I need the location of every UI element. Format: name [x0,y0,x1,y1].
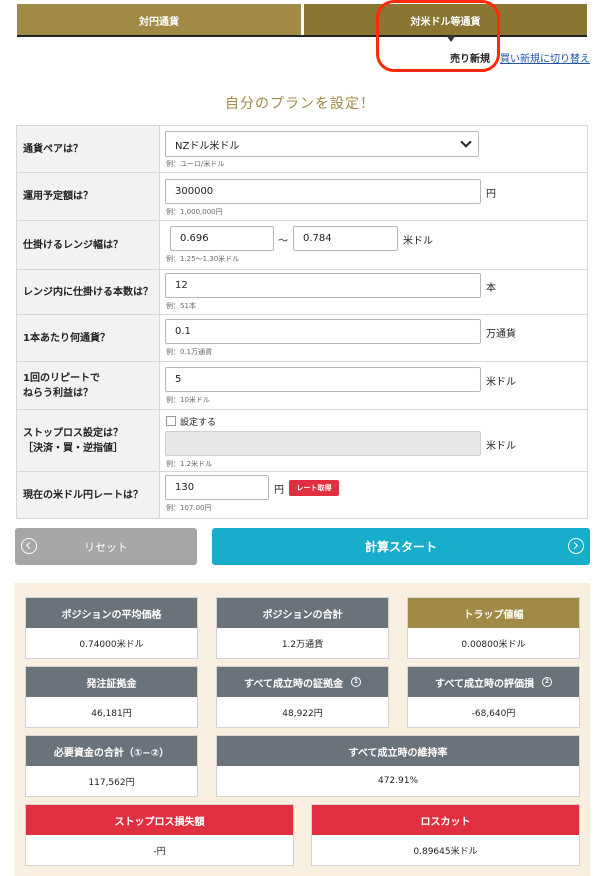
form-row-profit: 1回のリピートで ねらう利益は？ 5 米ドル 例：10米ドル [16,362,588,410]
stoploss-checkbox[interactable] [166,416,176,426]
profit-label-line2: ねらう利益は？ [23,387,93,399]
range-unit: 米ドル [403,236,433,247]
profit-label-line1: 1回のリピートで [23,372,100,384]
red-highlight-annotation [376,0,500,72]
losscut-value: 0.89645米ドル [413,846,478,857]
per-trap-hint: 例：0.1万通貨 [166,348,213,356]
result-margin: 発注証拠金 46,181円 [25,666,198,728]
maint-ratio-value: 472.91% [377,776,419,786]
switch-to-buy-link[interactable]: 買い新規に切り替え [500,50,590,65]
stoploss-amount-value: -円 [153,846,166,857]
range-separator: ～ [278,236,288,247]
budget-input[interactable]: 300000 [165,179,481,204]
number-two-icon: 2 [541,677,552,687]
budget-hint: 例：1,000,000円 [166,208,223,216]
stoploss-checkbox-label: 設定する [180,418,217,428]
budget-label: 運用予定額は？ [17,173,160,220]
profit-unit: 米ドル [486,377,516,388]
form-row-count: レンジ内に仕掛ける本数は？ 12 本 例：51本 [16,270,588,315]
chevron-right-circle-icon [568,538,584,554]
result-trap-width: トラップ値幅 0.00800米ドル [407,597,580,659]
result-loss-all: すべて成立時の評価損 2 -68,640円 [407,666,580,728]
budget-unit: 円 [486,189,496,200]
tab-yen-pairs[interactable]: 対円通貨 [17,4,301,36]
required-value: 117,562円 [88,777,135,788]
plan-title: 自分のプランを設定！ [225,96,375,112]
results-panel: ポジションの平均価格 0.74000米ドル ポジションの合計 1.2万通貨 トラ… [14,583,590,876]
stoploss-unit: 米ドル [486,441,516,452]
per-trap-unit: 万通貨 [486,329,516,340]
form-row-per-trap: 1本あたり何通貨？ 0.1 万通貨 例：0.1万通貨 [16,315,588,362]
pair-select-value: NZドル米ドル [175,140,240,152]
total-position-value: 1.2万通貨 [281,639,324,650]
trap-width-title: トラップ値幅 [408,598,579,628]
margin-all-title-text: すべて成立時の証拠金 [244,678,343,690]
profit-label: 1回のリピートで ねらう利益は？ [17,362,160,409]
range-label: 仕掛けるレンジ幅は？ [17,221,160,269]
avg-price-title: ポジションの平均価格 [26,598,197,628]
result-losscut: ロスカット 0.89645米ドル [311,804,580,866]
profit-hint: 例：10米ドル [166,396,210,404]
maint-ratio-title: すべて成立時の維持率 [217,736,579,766]
losscut-title: ロスカット [312,805,579,835]
profit-input[interactable]: 5 [165,367,481,392]
margin-value: 46,181円 [91,708,132,719]
form-row-stoploss: ストップロス設定は？ ［決済・買・逆指値］ 設定する 米ドル 例：1.2米ドル [16,410,588,472]
stoploss-label-line2: ［決済・買・逆指値］ [23,442,123,454]
stoploss-hint: 例：1.2米ドル [166,460,213,468]
rate-input[interactable]: 130 [165,475,269,500]
rate-unit: 円 [274,485,284,496]
range-high-input[interactable]: 0.784 [293,226,398,251]
loss-all-title: すべて成立時の評価損 2 [408,667,579,697]
tab-underline [17,35,587,37]
count-hint: 例：51本 [166,302,196,310]
pair-label: 通貨ペアは？ [17,126,160,172]
rate-hint: 例：107.00円 [166,504,212,512]
result-stoploss-amount: ストップロス損失額 -円 [25,804,294,866]
result-total-position: ポジションの合計 1.2万通貨 [216,597,389,659]
margin-all-title: すべて成立時の証拠金 1 [217,667,388,697]
start-button-label: 計算スタート [364,540,437,554]
get-rate-button[interactable]: レート取得 [289,480,339,496]
form-row-range: 仕掛けるレンジ幅は？ 0.696 ～ 0.784 米ドル 例：1.25～1.30… [16,221,588,270]
plan-form: 通貨ペアは？ NZドル米ドル 例：ユーロ/米ドル 運用予定額は？ 300000 … [16,125,588,519]
per-trap-label: 1本あたり何通貨？ [17,315,160,361]
result-avg-price: ポジションの平均価格 0.74000米ドル [25,597,198,659]
pair-select[interactable]: NZドル米ドル [165,131,479,157]
range-hint: 例：1.25～1.30米ドル [166,255,240,263]
trap-width-value: 0.00800米ドル [461,639,526,650]
margin-all-value: 48,922円 [282,708,323,719]
stoploss-input[interactable] [165,431,481,456]
pair-hint: 例：ユーロ/米ドル [166,160,225,168]
form-row-pair: 通貨ペアは？ NZドル米ドル 例：ユーロ/米ドル [16,126,588,173]
stoploss-label-line1: ストップロス設定は？ [23,427,123,439]
reset-button-label: リセット [84,540,128,554]
per-trap-input[interactable]: 0.1 [165,319,481,344]
number-one-icon: 1 [350,677,361,687]
count-input[interactable]: 12 [165,273,481,298]
currency-tabs: 対円通貨 対米ドル等通貨 [17,4,587,36]
required-title: 必要資金の合計（①−②） [26,736,197,766]
result-maint-ratio: すべて成立時の維持率 472.91% [216,735,580,797]
avg-price-value: 0.74000米ドル [79,639,144,650]
margin-title: 発注証拠金 [26,667,197,697]
form-row-budget: 運用予定額は？ 300000 円 例：1,000,000円 [16,173,588,221]
chevron-down-icon [460,136,472,148]
stoploss-amount-title: ストップロス損失額 [26,805,293,835]
loss-all-title-text: すべて成立時の評価損 [435,678,534,690]
result-required: 必要資金の合計（①−②） 117,562円 [25,735,198,797]
stoploss-label: ストップロス設定は？ ［決済・買・逆指値］ [17,410,160,471]
count-unit: 本 [486,283,496,294]
form-row-rate: 現在の米ドル円レートは？ 130 円 レート取得 例：107.00円 [16,472,588,519]
reset-button[interactable]: リセット [15,528,197,565]
total-position-title: ポジションの合計 [217,598,388,628]
rate-label: 現在の米ドル円レートは？ [17,472,160,518]
loss-all-value: -68,640円 [471,708,516,719]
result-margin-all: すべて成立時の証拠金 1 48,922円 [216,666,389,728]
chevron-left-circle-icon [21,538,37,554]
range-low-input[interactable]: 0.696 [170,226,274,251]
calculate-start-button[interactable]: 計算スタート [212,528,590,565]
count-label: レンジ内に仕掛ける本数は？ [17,270,160,314]
